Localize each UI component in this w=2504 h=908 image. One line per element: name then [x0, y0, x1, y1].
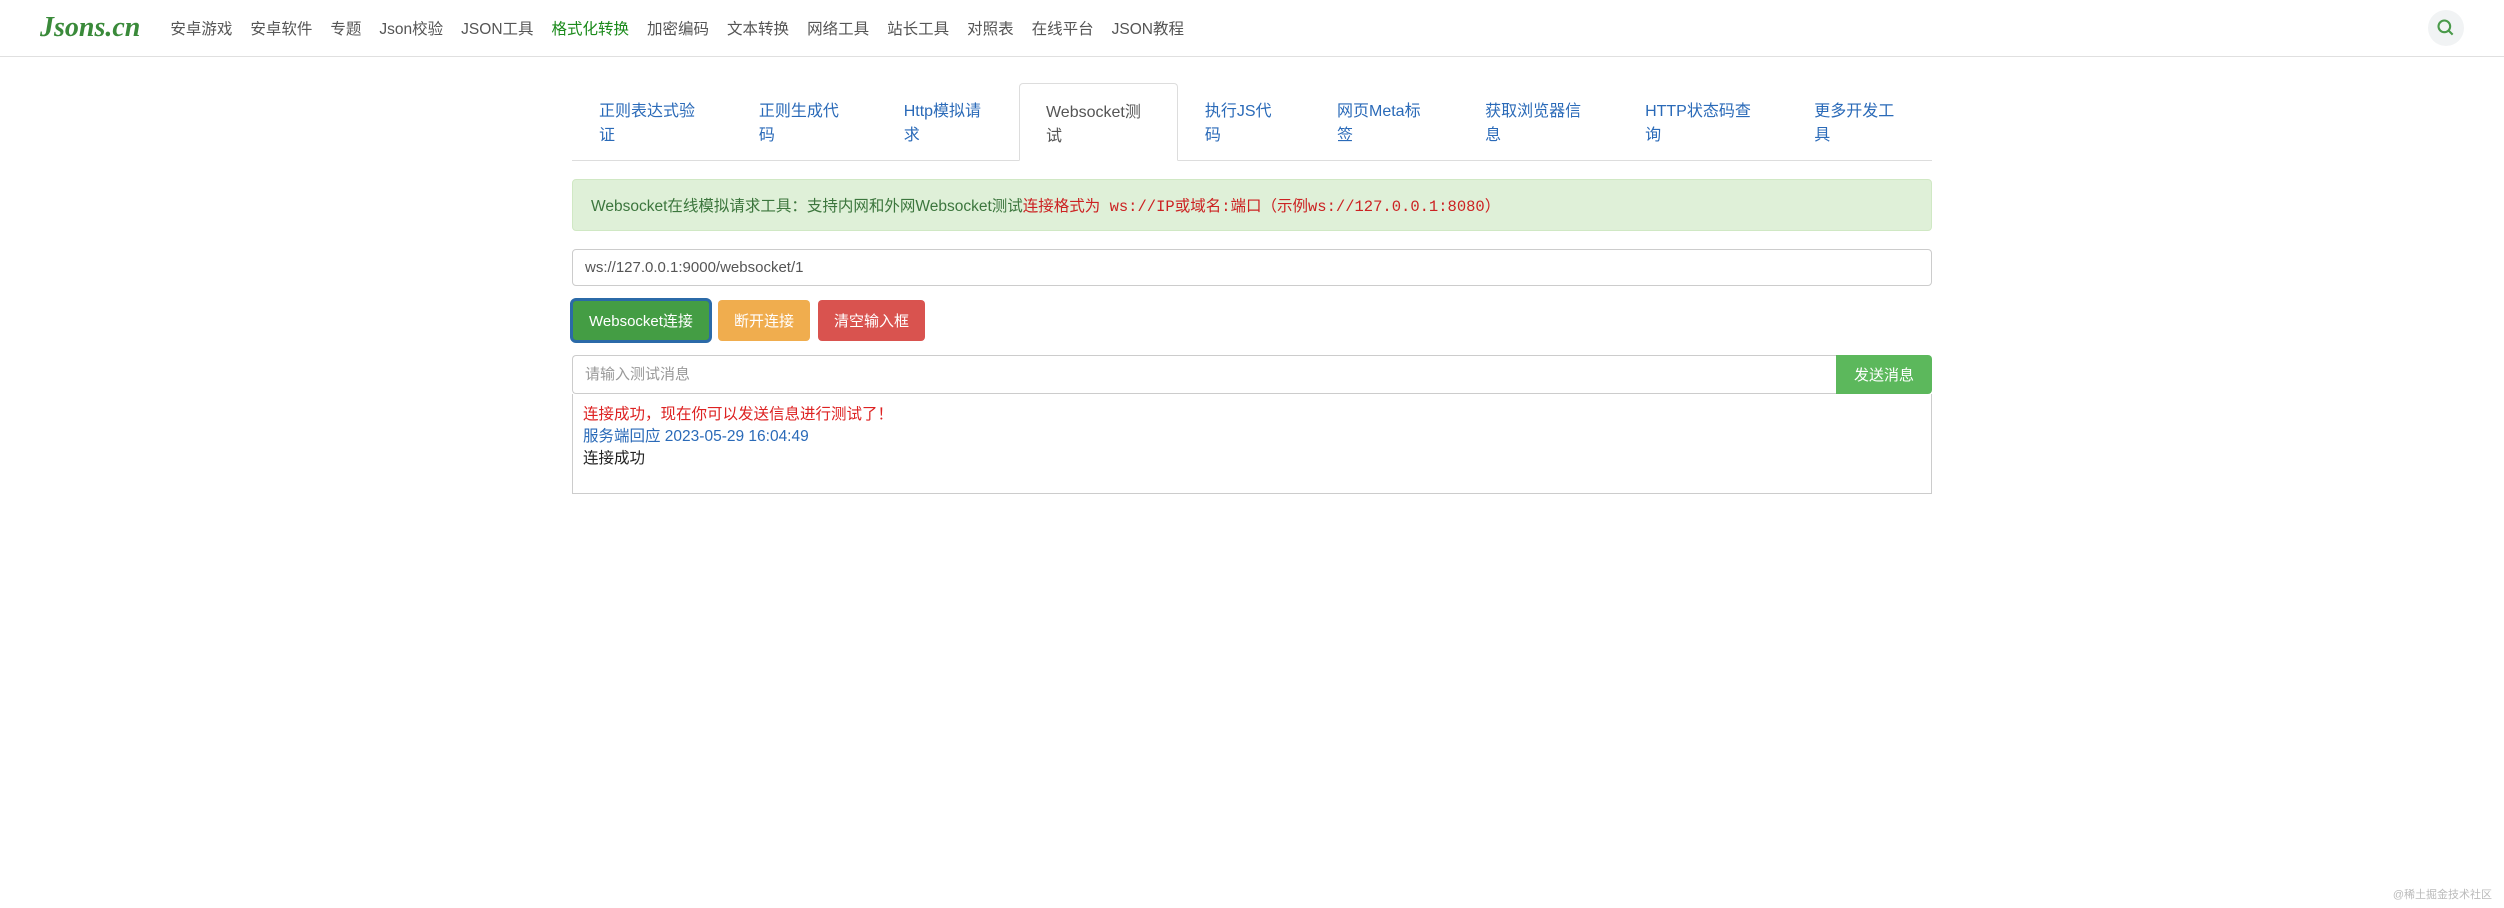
message-input[interactable] — [572, 355, 1836, 394]
send-button[interactable]: 发送消息 — [1836, 355, 1932, 394]
watermark: @稀土掘金技术社区 — [2393, 886, 2492, 902]
nav-item-6[interactable]: 加密编码 — [647, 17, 709, 39]
subtab-5[interactable]: 网页Meta标签 — [1310, 82, 1458, 160]
nav-item-11[interactable]: 在线平台 — [1032, 17, 1094, 39]
alert-text: Websocket在线模拟请求工具：支持内网和外网Websocket测试 — [591, 198, 1023, 215]
nav-item-12[interactable]: JSON教程 — [1112, 17, 1184, 39]
clear-button[interactable]: 清空输入框 — [818, 300, 925, 341]
search-button[interactable] — [2428, 10, 2464, 46]
log-success: 连接成功，现在你可以发送信息进行测试了！ — [583, 402, 1921, 424]
site-logo[interactable]: Jsons.cn — [40, 12, 140, 44]
nav-item-0[interactable]: 安卓游戏 — [170, 17, 232, 39]
nav-item-9[interactable]: 站长工具 — [887, 17, 949, 39]
log-status: 连接成功 — [583, 446, 1921, 468]
nav-item-5[interactable]: 格式化转换 — [552, 17, 630, 39]
nav-item-4[interactable]: JSON工具 — [461, 17, 533, 39]
connect-button[interactable]: Websocket连接 — [572, 300, 710, 341]
subtab-1[interactable]: 正则生成代码 — [732, 82, 877, 160]
subtab-3[interactable]: Websocket测试 — [1019, 83, 1178, 161]
log-panel: 连接成功，现在你可以发送信息进行测试了！ 服务端回应 2023-05-29 16… — [572, 394, 1932, 494]
nav-item-8[interactable]: 网络工具 — [807, 17, 869, 39]
info-alert: Websocket在线模拟请求工具：支持内网和外网Websocket测试连接格式… — [572, 179, 1932, 231]
nav-item-10[interactable]: 对照表 — [967, 17, 1014, 39]
disconnect-button[interactable]: 断开连接 — [718, 300, 810, 341]
nav-item-2[interactable]: 专题 — [330, 17, 361, 39]
nav-item-7[interactable]: 文本转换 — [727, 17, 789, 39]
nav-item-1[interactable]: 安卓软件 — [250, 17, 312, 39]
subtab-2[interactable]: Http模拟请求 — [877, 82, 1019, 160]
websocket-url-input[interactable] — [572, 249, 1932, 286]
subtab-7[interactable]: HTTP状态码查询 — [1618, 82, 1787, 160]
subtab-0[interactable]: 正则表达式验证 — [572, 82, 732, 160]
log-server-response: 服务端回应 2023-05-29 16:04:49 — [583, 424, 1921, 446]
nav-item-3[interactable]: Json校验 — [379, 17, 443, 39]
subtab-4[interactable]: 执行JS代码 — [1178, 82, 1310, 160]
search-icon — [2436, 18, 2456, 38]
alert-example: 连接格式为 ws://IP或域名:端口（示例ws://127.0.0.1:808… — [1023, 198, 1500, 216]
subtab-6[interactable]: 获取浏览器信息 — [1458, 82, 1618, 160]
subtab-8[interactable]: 更多开发工具 — [1787, 82, 1932, 160]
